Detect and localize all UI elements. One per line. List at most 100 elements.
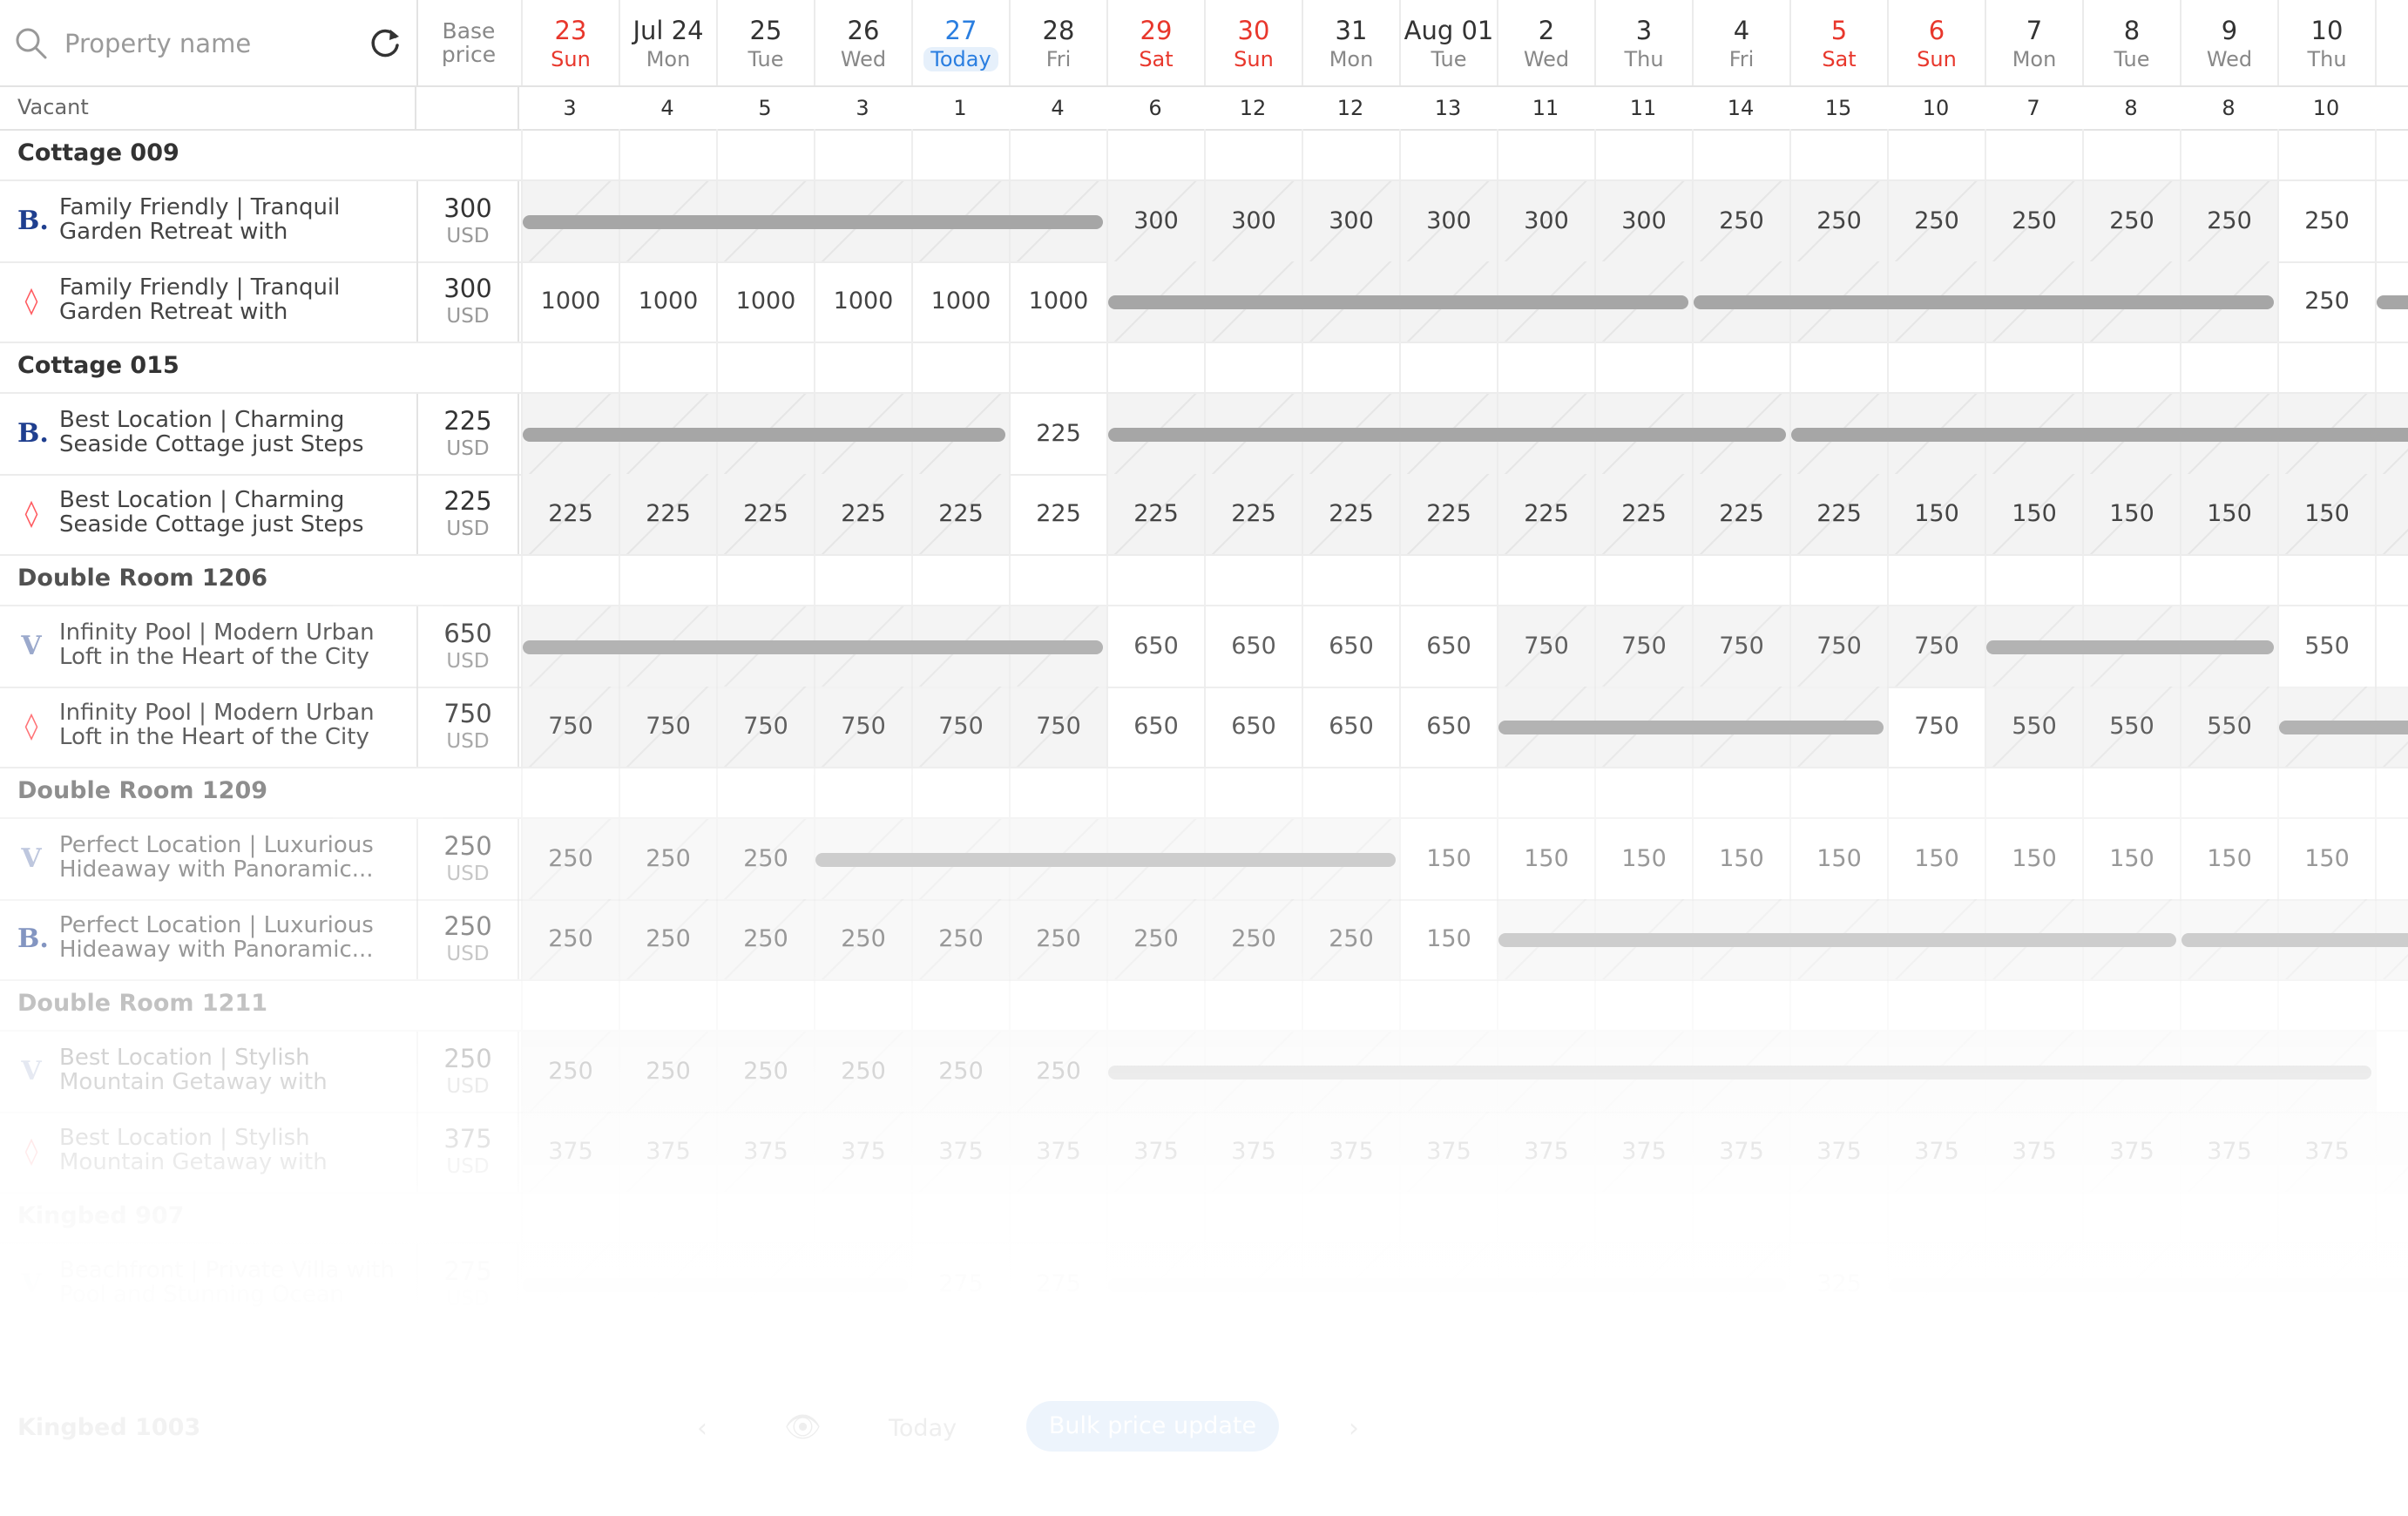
listing-name[interactable]: Best Location | Stylish Mountain Getaway… — [59, 1126, 408, 1176]
price-cell[interactable]: 650 — [1204, 687, 1302, 767]
price-cell[interactable]: 225 — [1009, 394, 1106, 474]
price-cell[interactable]: 55 — [2375, 606, 2408, 687]
price-cell[interactable]: 325 — [1789, 1244, 1887, 1324]
price-cell[interactable]: 150 — [1887, 474, 1985, 554]
price-cell[interactable]: 650 — [1399, 687, 1497, 767]
date-column-header[interactable]: 3 Thu — [1594, 0, 1692, 85]
listing-name[interactable]: Infinity Pool | Modern Urban Loft in the… — [59, 620, 408, 669]
price-cell[interactable]: 225 — [1789, 474, 1887, 554]
price-cell[interactable]: 150 — [2277, 819, 2375, 899]
price-cell[interactable]: 150 — [1594, 819, 1692, 899]
date-column-header[interactable]: 27 Today — [911, 0, 1009, 85]
price-cell[interactable]: 1000 — [1009, 261, 1106, 342]
price-cell[interactable]: 375 — [1789, 1112, 1887, 1192]
base-price-cell[interactable]: 250 USD — [416, 819, 519, 899]
reservation-bar[interactable] — [2279, 721, 2408, 734]
base-price-cell[interactable]: 225 USD — [416, 394, 519, 474]
price-cell[interactable]: 375 — [2082, 1112, 2180, 1192]
price-cell[interactable]: 275 — [814, 1324, 911, 1404]
reservation-bar[interactable] — [1498, 933, 2176, 947]
listing-name[interactable]: Best Location | Stylish Mountain Getaway… — [59, 1046, 408, 1096]
reservation-bar[interactable] — [2377, 295, 2408, 309]
price-cell[interactable]: 225 — [1692, 474, 1789, 554]
price-cell[interactable]: 225 — [814, 474, 911, 554]
listing-name[interactable]: Best Location | Charming Seaside Cottage… — [59, 408, 408, 458]
price-cell[interactable]: 15 — [2375, 1032, 2408, 1112]
base-price-cell[interactable]: 250 USD — [416, 1032, 519, 1112]
price-cell[interactable]: 250 — [1106, 899, 1204, 979]
price-cell[interactable]: 250 — [814, 899, 911, 979]
price-cell[interactable]: 650 — [1302, 687, 1399, 767]
price-cell[interactable]: 325 — [1399, 1324, 1497, 1404]
price-cell[interactable]: 375 — [619, 1112, 716, 1192]
reservation-bar[interactable] — [1986, 640, 2274, 654]
base-price-cell[interactable]: 300 USD — [416, 181, 519, 261]
reservation-bar[interactable] — [523, 640, 1103, 654]
price-cell[interactable]: 750 — [1789, 606, 1887, 687]
date-column-header[interactable]: 2 Wed — [1497, 0, 1594, 85]
date-column-header[interactable]: 5 Sat — [1789, 0, 1887, 85]
date-column-header[interactable]: 23 Sun — [521, 0, 619, 85]
price-cell[interactable]: 275 — [1009, 1244, 1106, 1324]
price-cell[interactable]: 150 — [1887, 819, 1985, 899]
price-cell[interactable]: 750 — [1887, 606, 1985, 687]
prev-period-button[interactable]: ‹ — [697, 1413, 707, 1444]
listing-name[interactable]: Infinity Pool | Modern Urban Loft in the… — [59, 700, 408, 749]
property-group-header[interactable]: Cottage 009 — [0, 129, 2408, 181]
price-cell[interactable]: 15 — [2375, 474, 2408, 554]
price-cell[interactable]: 250 — [619, 819, 716, 899]
price-cell[interactable]: 375 — [1302, 1112, 1399, 1192]
price-cell[interactable]: 250 — [1789, 181, 1887, 261]
price-cell[interactable]: 250 — [521, 819, 619, 899]
price-cell[interactable]: 275 — [716, 1324, 814, 1404]
reservation-bar[interactable] — [523, 1278, 908, 1292]
price-cell[interactable]: 150 — [1789, 819, 1887, 899]
price-cell[interactable]: 750 — [1497, 606, 1594, 687]
reservation-bar[interactable] — [2181, 933, 2408, 947]
price-cell[interactable]: 375 — [1985, 1112, 2082, 1192]
price-cell[interactable]: 325 — [1594, 1324, 1692, 1404]
price-cell[interactable]: 375 — [1692, 1112, 1789, 1192]
reservation-bar[interactable] — [1108, 428, 1786, 442]
date-column-header[interactable]: 31 Mon — [1302, 0, 1399, 85]
price-cell[interactable]: 375 — [716, 1112, 814, 1192]
price-cell[interactable]: 275 — [521, 1324, 619, 1404]
price-cell[interactable]: 300 — [1594, 181, 1692, 261]
price-cell[interactable]: 325 — [1497, 1324, 1594, 1404]
price-cell[interactable]: 180 — [1985, 1324, 2082, 1404]
price-cell[interactable]: 225 — [1106, 474, 1204, 554]
price-cell[interactable]: 250 — [716, 819, 814, 899]
reservation-bar[interactable] — [523, 215, 1103, 229]
price-cell[interactable]: 375 — [911, 1112, 1009, 1192]
date-column-header[interactable]: 7 Mon — [1985, 0, 2082, 85]
price-cell[interactable]: 550 — [2277, 606, 2375, 687]
price-cell[interactable]: 250 — [1985, 181, 2082, 261]
base-price-cell[interactable]: 375 USD — [416, 1112, 519, 1192]
price-cell[interactable]: 250 — [521, 1032, 619, 1112]
price-cell[interactable]: 225 — [1204, 474, 1302, 554]
price-cell[interactable]: 750 — [911, 687, 1009, 767]
price-cell[interactable]: 150 — [1985, 819, 2082, 899]
price-cell[interactable]: 250 — [521, 899, 619, 979]
price-cell[interactable]: 275 — [911, 1324, 1009, 1404]
reservation-bar[interactable] — [815, 853, 1396, 867]
price-cell[interactable]: 180 — [2082, 1324, 2180, 1404]
reservation-bar[interactable] — [1694, 295, 2274, 309]
price-cell[interactable]: 300 — [1106, 181, 1204, 261]
listing-name[interactable]: Beachfront | Private Villa with Pool and… — [59, 1258, 408, 1309]
price-cell[interactable]: 275 — [619, 1324, 716, 1404]
bulk-price-update-button[interactable]: Bulk price update — [1026, 1401, 1279, 1452]
price-cell[interactable]: 15 — [2375, 819, 2408, 899]
price-cell[interactable]: 550 — [2082, 687, 2180, 767]
date-column-header[interactable]: 30 Sun — [1204, 0, 1302, 85]
price-cell[interactable]: 375 — [1009, 1112, 1106, 1192]
price-cell[interactable]: 325 — [1302, 1324, 1399, 1404]
property-group-header[interactable]: Double Room 1211 — [0, 979, 2408, 1032]
price-cell[interactable]: 250 — [2180, 181, 2277, 261]
price-cell[interactable]: 180 — [1887, 1324, 1985, 1404]
price-cell[interactable]: 250 — [619, 1032, 716, 1112]
date-column-header[interactable]: 29 Sat — [1106, 0, 1204, 85]
base-price-cell[interactable]: 275 USD — [416, 1324, 519, 1404]
price-cell[interactable]: 225 — [716, 474, 814, 554]
price-cell[interactable]: 375 — [1887, 1112, 1985, 1192]
